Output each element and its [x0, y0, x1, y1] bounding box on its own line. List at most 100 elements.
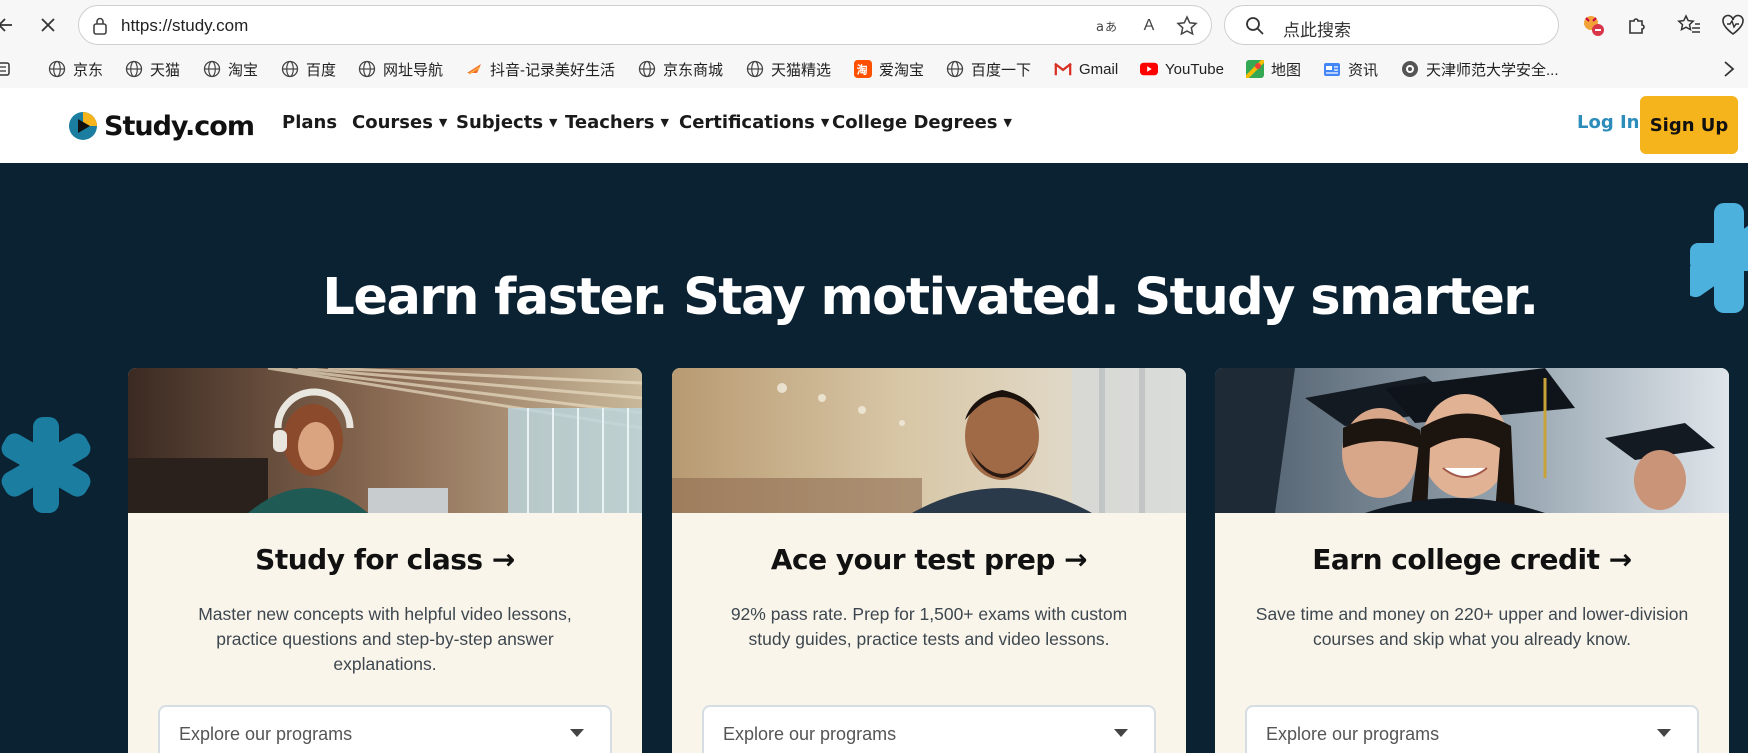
read-aloud-label: A: [1143, 17, 1155, 34]
back-icon[interactable]: [0, 11, 20, 39]
reading-view-icon[interactable]: [0, 56, 10, 82]
douyin-icon: [465, 60, 483, 78]
bookmark-item[interactable]: 京东商城: [638, 56, 723, 82]
bookmark-item[interactable]: 天津师范大学安全...: [1401, 56, 1559, 82]
search-placeholder: 点此搜索: [1283, 21, 1351, 41]
card-description: 92% pass rate. Prep for 1,500+ exams wit…: [730, 604, 1128, 649]
card-title[interactable]: Earn college credit →: [1215, 543, 1729, 576]
nav-label: Courses: [352, 112, 433, 133]
favorite-star-icon[interactable]: [1175, 14, 1199, 38]
hero-headline: Learn faster. Stay motivated. Study smar…: [322, 268, 1539, 327]
bookmark-label: 淘宝: [228, 61, 259, 79]
select-placeholder: Explore our programs: [179, 724, 353, 744]
study-logo-icon: [69, 112, 97, 140]
bookmark-label: 网址导航: [383, 61, 444, 79]
signup-button[interactable]: Sign Up: [1640, 96, 1738, 154]
dropdown-caret-icon: [1114, 729, 1128, 737]
bookmark-label: 地图: [1271, 61, 1302, 79]
dropdown-caret-icon: [570, 729, 584, 737]
card-description: Save time and money on 220+ upper and lo…: [1255, 604, 1689, 649]
bookmark-item[interactable]: 天猫: [125, 56, 180, 82]
bookmark-item[interactable]: Gmail: [1054, 56, 1118, 82]
globe-icon: [48, 60, 66, 78]
bookmark-item[interactable]: 百度: [281, 56, 336, 82]
chevron-down-icon: ▼: [1003, 116, 1012, 129]
chevron-down-icon: ▼: [660, 116, 669, 129]
browser-search-box[interactable]: 点此搜索: [1224, 5, 1559, 45]
stop-loading-icon[interactable]: [34, 11, 62, 39]
hero-section: Learn faster. Stay motivated. Study smar…: [0, 163, 1748, 753]
bookmark-item[interactable]: YouTube: [1140, 56, 1224, 82]
nav-label: College Degrees: [832, 112, 998, 133]
bookmark-item[interactable]: 淘 爱淘宝: [854, 56, 924, 82]
logo-text: Study.com: [104, 110, 255, 142]
globe-icon: [125, 60, 143, 78]
extension-avatar-icon[interactable]: [1580, 12, 1606, 38]
bookmark-item[interactable]: 资讯: [1323, 56, 1378, 82]
bookmark-label: 天猫: [150, 61, 181, 79]
chevron-down-icon: ▼: [820, 116, 830, 129]
youtube-icon: [1140, 60, 1158, 78]
bookmark-item[interactable]: 抖音-记录美好生活: [465, 56, 615, 82]
maps-icon: [1246, 60, 1264, 78]
globe-icon: [946, 60, 964, 78]
lock-icon[interactable]: [91, 16, 111, 36]
bookmark-label: 天津师范大学安全...: [1426, 61, 1559, 79]
address-bar[interactable]: https://study.com aあ A: [78, 5, 1212, 45]
nav-courses[interactable]: Courses ▼: [352, 112, 447, 133]
select-placeholder: Explore our programs: [723, 724, 897, 744]
bookmark-item[interactable]: 地图: [1246, 56, 1301, 82]
bookmark-label: Gmail: [1079, 60, 1119, 78]
bookmark-item[interactable]: 天猫精选: [746, 56, 831, 82]
bookmark-label: YouTube: [1165, 60, 1224, 78]
nav-label: Teachers: [565, 112, 655, 133]
card-title[interactable]: Ace your test prep →: [672, 543, 1186, 576]
extensions-puzzle-icon[interactable]: [1624, 12, 1650, 38]
card-study-for-class: Study for class → Master new concepts wi…: [128, 368, 642, 753]
browser-toolbar: https://study.com aあ A 点此搜索: [0, 0, 1748, 50]
nav-teachers[interactable]: Teachers ▼: [565, 112, 669, 133]
card-title[interactable]: Study for class →: [128, 543, 642, 576]
nav-certifications[interactable]: Certifications ▼: [679, 112, 829, 133]
favorites-icon[interactable]: [1676, 12, 1702, 38]
globe-icon: [203, 60, 221, 78]
bookmark-label: 天猫精选: [771, 61, 832, 79]
nav-plans[interactable]: Plans: [282, 112, 337, 133]
bookmark-item[interactable]: 京东: [48, 56, 103, 82]
chevron-down-icon: ▼: [438, 116, 448, 129]
taobao-icon: 淘: [854, 60, 872, 78]
bookmark-item[interactable]: 网址导航: [358, 56, 443, 82]
graduates-photo: [1215, 368, 1729, 513]
explore-programs-select[interactable]: Explore our programs: [702, 705, 1156, 753]
bookmark-label: 抖音-记录美好生活: [490, 61, 615, 79]
asterisk-decoration-icon: [1, 417, 91, 513]
explore-programs-select[interactable]: Explore our programs: [1245, 705, 1699, 753]
url-text[interactable]: https://study.com: [121, 16, 248, 36]
globe-icon: [638, 60, 656, 78]
login-link[interactable]: Log In: [1577, 112, 1640, 133]
card-description: Master new concepts with helpful video l…: [198, 604, 572, 674]
nav-subjects[interactable]: Subjects ▼: [456, 112, 558, 133]
card-ace-test-prep: Ace your test prep → 92% pass rate. Prep…: [672, 368, 1186, 753]
signup-label: Sign Up: [1649, 114, 1729, 136]
site-header: Study.com Plans Courses ▼ Subjects ▼ Tea…: [0, 88, 1748, 163]
bookmark-label: 京东: [73, 61, 104, 79]
explore-programs-select[interactable]: Explore our programs: [158, 705, 612, 753]
globe-icon: [358, 60, 376, 78]
gmail-icon: [1054, 60, 1072, 78]
globe-icon: [281, 60, 299, 78]
site-logo[interactable]: Study.com: [68, 108, 255, 144]
chevron-down-icon: ▼: [549, 116, 558, 129]
bookmark-label: 百度: [306, 61, 337, 79]
svg-text:a: a: [1096, 20, 1104, 35]
bookmarks-overflow-chevron-icon[interactable]: [1722, 56, 1736, 82]
bookmark-item[interactable]: 淘宝: [203, 56, 258, 82]
browser-chrome: https://study.com aあ A 点此搜索 京东 天猫 淘宝 百度 …: [0, 0, 1748, 88]
browser-essentials-icon[interactable]: [1720, 12, 1746, 38]
card-earn-college-credit: Earn college credit → Save time and mone…: [1215, 368, 1729, 753]
bookmark-item[interactable]: 百度一下: [946, 56, 1031, 82]
nav-college-degrees[interactable]: College Degrees ▼: [832, 112, 1012, 133]
read-aloud-icon[interactable]: A: [1137, 14, 1161, 38]
translate-icon[interactable]: aあ: [1095, 14, 1119, 38]
bookmark-label: 资讯: [1348, 61, 1379, 79]
